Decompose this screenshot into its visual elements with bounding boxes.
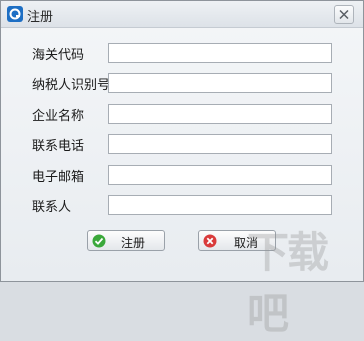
- taxpayer-id-label: 纳税人识别号: [32, 78, 111, 93]
- register-button-label: 注册: [121, 236, 146, 250]
- title-bar[interactable]: 注册: [1, 1, 363, 28]
- phone-input[interactable]: [108, 134, 332, 154]
- window-title: 注册: [27, 10, 54, 25]
- email-input[interactable]: [108, 165, 332, 185]
- register-dialog: 注册 海关代码 纳税人识别号 企业名称 联系电话 电子邮箱 联系人 注册 取消 …: [0, 0, 364, 338]
- close-button[interactable]: [334, 5, 354, 24]
- register-button[interactable]: 注册: [87, 230, 165, 251]
- contact-person-input[interactable]: [108, 195, 332, 215]
- phone-label: 联系电话: [32, 139, 85, 154]
- app-icon: [7, 6, 23, 22]
- email-label: 电子邮箱: [32, 170, 85, 185]
- company-name-label: 企业名称: [32, 109, 85, 124]
- contact-person-label: 联系人: [32, 200, 72, 215]
- close-icon: [339, 10, 349, 19]
- cancel-icon: [203, 234, 217, 248]
- watermark: 下载吧: [247, 228, 329, 338]
- customs-code-label: 海关代码: [32, 48, 85, 63]
- check-icon: [92, 234, 106, 248]
- taxpayer-id-input[interactable]: [108, 73, 332, 93]
- customs-code-input[interactable]: [108, 43, 332, 63]
- company-name-input[interactable]: [108, 104, 332, 124]
